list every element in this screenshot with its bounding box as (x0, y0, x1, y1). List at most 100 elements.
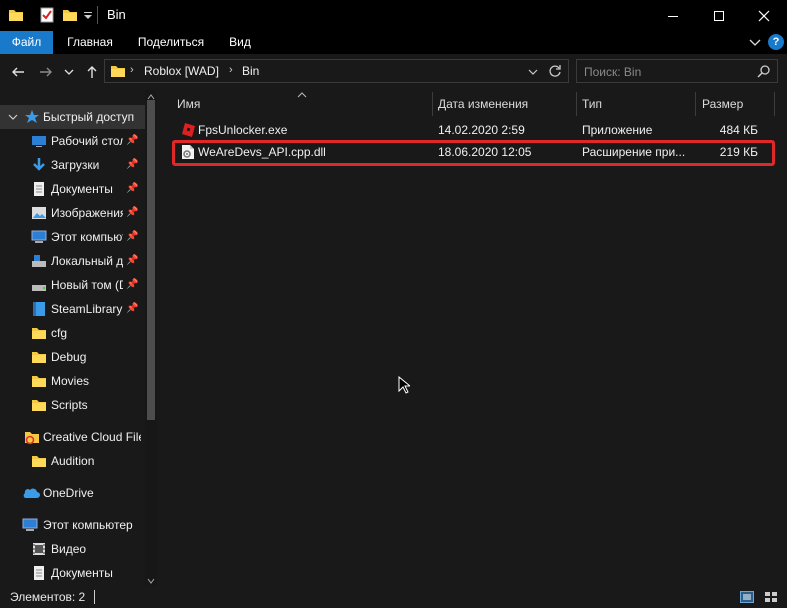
navigation-pane: Быстрый доступ Рабочий стол 📌 Загрузки 📌… (0, 90, 157, 586)
nav-item-documents[interactable]: Документы 📌 (0, 177, 145, 201)
scroll-down-icon[interactable] (147, 574, 155, 586)
nav-item-this-pc-root[interactable]: Этот компьютер (0, 513, 145, 537)
nav-item-documents-pc[interactable]: Документы (0, 561, 145, 585)
address-dropdown-icon[interactable] (528, 66, 538, 80)
pin-icon[interactable]: 📌 (126, 255, 138, 266)
nav-item-debug[interactable]: Debug (0, 345, 145, 369)
help-icon[interactable]: ? (768, 34, 784, 50)
desktop-icon (31, 133, 47, 149)
nav-label: SteamLibrary (51, 302, 123, 316)
nav-label: OneDrive (43, 486, 94, 500)
breadcrumb-separator-icon[interactable]: › (130, 64, 134, 76)
large-icons-view-icon[interactable] (764, 591, 778, 606)
file-type: Приложение (582, 123, 653, 137)
folder-icon (31, 301, 47, 317)
nav-item-local-disk[interactable]: Локальный диск 📌 (0, 249, 145, 273)
pin-icon[interactable]: 📌 (126, 159, 138, 170)
arrow-up-icon (87, 66, 97, 78)
folder-icon (8, 7, 24, 23)
title-divider (97, 6, 98, 24)
nav-label: Загрузки (51, 158, 100, 172)
roblox-app-icon (180, 122, 196, 138)
nav-item-desktop[interactable]: Рабочий стол 📌 (0, 129, 145, 153)
nav-item-audition[interactable]: Audition (0, 449, 145, 473)
nav-item-creative-cloud[interactable]: Creative Cloud Files (0, 425, 145, 449)
nav-item-video[interactable]: Видео (0, 537, 145, 561)
search-placeholder: Поиск: Bin (584, 65, 642, 79)
nav-label: Документы (51, 182, 113, 196)
pin-icon[interactable]: 📌 (126, 279, 138, 290)
arrow-left-icon (12, 67, 24, 77)
nav-label: Scripts (51, 398, 88, 412)
ribbon-expand-icon[interactable] (748, 36, 762, 51)
drive-icon (31, 253, 47, 269)
status-bar: Элементов: 2 (0, 586, 787, 608)
pin-icon[interactable]: 📌 (126, 183, 138, 194)
search-icon[interactable] (757, 65, 770, 81)
column-header-date[interactable]: Дата изменения (438, 92, 573, 116)
video-icon (31, 541, 47, 557)
address-row: › Roblox [WAD] › Bin Поиск: Bin (0, 54, 787, 90)
column-divider[interactable] (774, 92, 775, 116)
new-folder-icon[interactable] (62, 7, 78, 23)
window-title: Bin (107, 7, 126, 22)
pin-icon[interactable]: 📌 (126, 303, 138, 314)
pin-icon[interactable]: 📌 (126, 207, 138, 218)
tab-home[interactable]: Главная (60, 31, 120, 54)
close-button[interactable] (741, 0, 787, 31)
nav-item-onedrive[interactable]: OneDrive (0, 481, 145, 505)
breadcrumb-separator-icon[interactable]: › (229, 64, 233, 76)
nav-label: Audition (51, 454, 95, 468)
nav-item-quick-access[interactable]: Быстрый доступ (0, 105, 145, 129)
nav-item-cfg[interactable]: cfg (0, 321, 145, 345)
address-bar[interactable]: › Roblox [WAD] › Bin (104, 59, 569, 83)
nav-label: Локальный диск (51, 254, 123, 268)
up-button[interactable] (82, 62, 102, 82)
refresh-icon[interactable] (548, 64, 562, 81)
column-header-type[interactable]: Тип (582, 92, 692, 116)
column-divider[interactable] (432, 92, 433, 116)
nav-item-steamlibrary[interactable]: SteamLibrary 📌 (0, 297, 145, 321)
details-view-icon[interactable] (740, 591, 754, 606)
nav-item-this-pc[interactable]: Этот компьютер 📌 (0, 225, 145, 249)
pin-icon[interactable]: 📌 (126, 135, 138, 146)
column-divider[interactable] (576, 92, 577, 116)
minimize-button[interactable] (650, 0, 696, 31)
file-row[interactable]: FpsUnlocker.exe 14.02.2020 2:59 Приложен… (172, 119, 774, 141)
nav-item-downloads[interactable]: Загрузки 📌 (0, 153, 145, 177)
drive-icon (31, 277, 47, 293)
folder-icon (110, 63, 126, 82)
nav-item-pictures[interactable]: Изображения 📌 (0, 201, 145, 225)
column-header-name[interactable]: Имя (177, 92, 427, 116)
column-header-size[interactable]: Размер (702, 92, 772, 116)
maximize-icon (714, 10, 724, 21)
nav-item-movies[interactable]: Movies (0, 369, 145, 393)
ribbon-tabs: Файл Главная Поделиться Вид ? (0, 31, 787, 54)
pictures-icon (31, 205, 47, 221)
search-input[interactable]: Поиск: Bin (576, 59, 778, 83)
nav-item-scripts[interactable]: Scripts (0, 393, 145, 417)
nav-label: Видео (51, 542, 87, 556)
maximize-button[interactable] (696, 0, 742, 31)
breadcrumb-roblox[interactable]: Roblox [WAD] (144, 64, 219, 78)
tab-file[interactable]: Файл (0, 31, 53, 54)
back-button[interactable] (8, 62, 28, 82)
breadcrumb-bin[interactable]: Bin (242, 64, 259, 78)
properties-icon[interactable] (39, 7, 55, 23)
recent-locations-button[interactable] (62, 62, 76, 82)
nav-label: Быстрый доступ (43, 110, 135, 124)
nav-item-volume-d[interactable]: Новый том (D:) 📌 (0, 273, 145, 297)
nav-scrollbar[interactable] (145, 90, 157, 586)
tab-view[interactable]: Вид (222, 31, 258, 54)
forward-button[interactable] (36, 62, 56, 82)
title-bar: Bin (0, 0, 787, 31)
pin-icon[interactable]: 📌 (126, 231, 138, 242)
tab-share[interactable]: Поделиться (132, 31, 210, 54)
nav-scroll-thumb[interactable] (147, 100, 155, 420)
column-divider[interactable] (695, 92, 696, 116)
item-count: Элементов: 2 (10, 590, 86, 604)
chevron-down-icon[interactable] (8, 111, 18, 125)
folder-icon (31, 325, 47, 341)
folder-icon (31, 453, 47, 469)
nav-label: Movies (51, 374, 90, 388)
